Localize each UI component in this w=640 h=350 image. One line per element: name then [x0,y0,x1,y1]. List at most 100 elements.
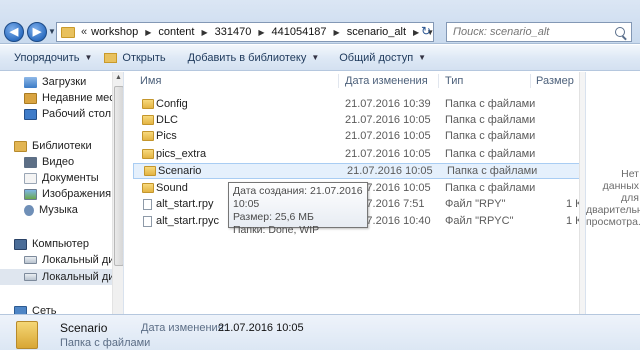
column-name[interactable]: Имя [140,75,161,87]
downloads-icon [24,76,37,88]
file-type: Папка с файлами [445,114,536,126]
list-item-folder-selected[interactable]: Scenario 21.07.2016 10:05 Папка с файлам… [133,163,584,179]
column-date[interactable]: Дата изменения [345,75,428,87]
breadcrumb-overflow[interactable]: « [81,26,87,38]
refresh-icon[interactable]: ↻ [418,24,434,40]
details-date-value: 21.07.2016 10:05 [218,322,304,334]
folder-icon [142,149,154,159]
breadcrumb[interactable]: « workshop ▶ content ▶ 331470 ▶ 44105418… [56,22,434,42]
documents-icon [24,172,37,184]
folder-icon [61,26,75,38]
sidebar-item-label: Сеть [32,305,57,314]
music-icon [24,204,34,216]
details-date-label: Дата изменения: [141,322,227,334]
list-item-folder[interactable]: pics_extra 21.07.2016 10:05 Папка с файл… [132,146,584,162]
column-divider[interactable] [438,74,439,88]
chevron-right-icon[interactable]: ▶ [145,28,151,37]
forward-button[interactable]: ▶ [27,22,47,42]
breadcrumb-441054187[interactable]: 441054187 [271,26,326,38]
column-size[interactable]: Размер [536,75,574,87]
breadcrumb-scenario-alt[interactable]: scenario_alt [347,26,406,38]
sidebar-item-documents[interactable]: Документы [0,170,112,186]
sidebar-item-video[interactable]: Видео [0,154,112,170]
sidebar-item-images[interactable]: Изображения [0,186,112,202]
file-icon [143,198,152,210]
breadcrumb-331470[interactable]: 331470 [215,26,252,38]
chevron-right-icon[interactable]: ▶ [258,28,264,37]
file-name: Sound [156,182,188,194]
chevron-right-icon[interactable]: ▶ [334,28,340,37]
file-name: alt_start.rpy [156,198,214,210]
file-name: Scenario [158,165,202,177]
breadcrumb-workshop[interactable]: workshop [91,26,138,38]
sidebar-item-computer[interactable]: Компьютер [0,236,112,252]
file-date: 21.07.2016 10:05 [345,114,431,126]
preview-message: Нет данных для дварительн просмотра. [586,168,640,228]
open-label: Открыть [122,51,166,64]
history-dropdown-icon[interactable]: ▼ [48,27,56,36]
sidebar-item-downloads[interactable]: Загрузки [0,74,112,90]
chevron-down-icon: ▼ [311,53,320,62]
images-icon [24,188,37,200]
command-bar: Упорядочить ▼ Открыть Добавить в библиот… [0,45,640,71]
search-box[interactable] [446,22,632,42]
computer-icon [14,238,27,250]
preview-line: дварительн [586,204,640,216]
add-to-library-button[interactable]: Добавить в библиотеку ▼ [188,52,320,64]
list-item-folder[interactable]: Config 21.07.2016 10:39 Папка с файлами [132,96,584,112]
add-to-library-label: Добавить в библиотеку [187,51,307,64]
sidebar-item-label: Музыка [39,204,78,216]
network-icon [14,305,27,314]
sidebar-item-label: Недавние места [42,92,112,104]
search-input[interactable] [453,26,613,38]
sidebar-item-music[interactable]: Музыка [0,202,112,218]
back-button[interactable]: ◀ [4,22,24,42]
file-type: Папка с файлами [445,130,536,142]
chevron-down-icon: ▼ [418,53,427,62]
sidebar-item-network[interactable]: Сеть [0,303,112,314]
sidebar-item-local-disk-c[interactable]: Локальный диск [0,252,112,268]
scrollbar-thumb[interactable] [114,86,123,266]
scroll-up-icon[interactable]: ▲ [113,72,123,83]
sidebar-item-libraries[interactable]: Библиотеки [0,138,112,154]
file-type: Папка с файлами [445,98,536,110]
list-item-folder[interactable]: Pics 21.07.2016 10:05 Папка с файлами [132,128,584,144]
organize-button[interactable]: Упорядочить ▼ [14,52,92,64]
folder-icon [144,166,156,176]
breadcrumb-content[interactable]: content [158,26,194,38]
share-label: Общий доступ [339,51,414,64]
column-type[interactable]: Тип [445,75,463,87]
folder-icon [142,131,154,141]
navigation-pane: Загрузки Недавние места Рабочий стол Биб… [0,72,124,314]
tooltip-created: Дата создания: 21.07.2016 10:05 [233,185,363,210]
open-button[interactable]: Открыть [104,51,166,64]
details-type: Папка с файлами [60,337,151,349]
file-type: Папка с файлами [445,148,536,160]
column-header: Имя Дата изменения Тип Размер [128,72,584,90]
organize-label: Упорядочить [14,51,80,64]
details-name: Scenario [60,321,108,335]
nav-scrollbar[interactable]: ▲ [112,72,123,314]
chevron-right-icon[interactable]: ▶ [201,28,207,37]
list-item-folder[interactable]: DLC 21.07.2016 10:05 Папка с файлами [132,112,584,128]
folder-tooltip: Дата создания: 21.07.2016 10:05 Размер: … [228,182,368,236]
tooltip-size: Размер: 25,6 МБ [233,211,314,223]
file-type: Папка с файлами [445,182,536,194]
recent-places-icon [24,92,37,104]
preview-line: Нет данных [602,168,639,192]
sidebar-item-recent[interactable]: Недавние места [0,90,112,106]
sidebar-item-local-disk-d[interactable]: Локальный диск [0,269,112,285]
preview-line: просмотра. [586,216,640,228]
sidebar-item-desktop[interactable]: Рабочий стол [0,106,112,122]
folder-icon [16,321,38,349]
desktop-icon [24,108,37,120]
column-divider[interactable] [338,74,339,88]
search-icon[interactable] [615,27,625,37]
sidebar-item-label: Локальный диск [42,271,112,283]
video-icon [24,156,37,168]
column-divider[interactable] [530,74,531,88]
libraries-icon [14,140,27,152]
address-bar: ◀ ▶ ▼ « workshop ▶ content ▶ 331470 ▶ 44… [0,0,640,44]
share-button[interactable]: Общий доступ ▼ [339,52,426,64]
chevron-down-icon: ▼ [84,53,93,62]
